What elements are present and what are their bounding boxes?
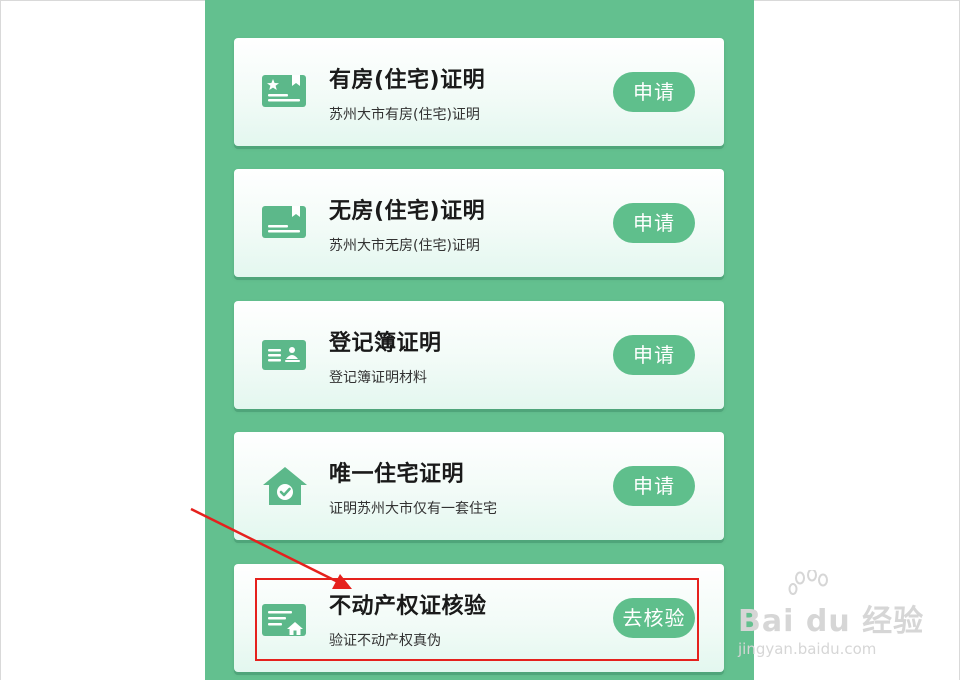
annotation-arrow xyxy=(190,507,352,589)
